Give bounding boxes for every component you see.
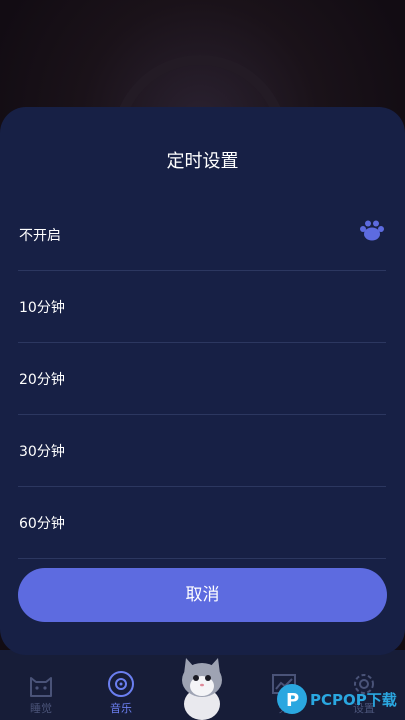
music-disc-icon [108, 671, 134, 697]
cat-mascot-icon[interactable] [173, 652, 231, 720]
timer-option-30min[interactable]: 30分钟 [18, 415, 386, 487]
timer-option-10min[interactable]: 10分钟 [18, 271, 386, 343]
timer-option-60min[interactable]: 60分钟 [18, 487, 386, 559]
option-label: 60分钟 [19, 516, 65, 532]
option-label: 10分钟 [19, 300, 65, 316]
nav-item-music[interactable]: 音乐 [91, 670, 151, 716]
paw-icon [360, 220, 384, 241]
cat-face-icon [30, 677, 52, 697]
nav-label-sleep: 睡觉 [30, 702, 52, 715]
timer-option-20min[interactable]: 20分钟 [18, 343, 386, 415]
option-label: 不开启 [19, 228, 61, 244]
option-label: 30分钟 [19, 444, 65, 460]
option-label: 20分钟 [19, 372, 65, 388]
nav-item-sleep[interactable]: 睡觉 [11, 672, 71, 716]
nav-label-music: 音乐 [110, 702, 132, 715]
timer-settings-sheet: 定时设置 不开启 10分钟 20分钟 30分钟 60分钟 取消 [0, 107, 405, 655]
pcpop-watermark-logo: P PCPOP下载 [277, 684, 397, 714]
svg-text:PCPOP下载: PCPOP下载 [310, 691, 397, 709]
svg-text:P: P [286, 690, 299, 711]
timer-option-off[interactable]: 不开启 [18, 199, 386, 271]
cancel-button[interactable]: 取消 [18, 568, 387, 622]
sheet-title: 定时设置 [166, 151, 239, 172]
